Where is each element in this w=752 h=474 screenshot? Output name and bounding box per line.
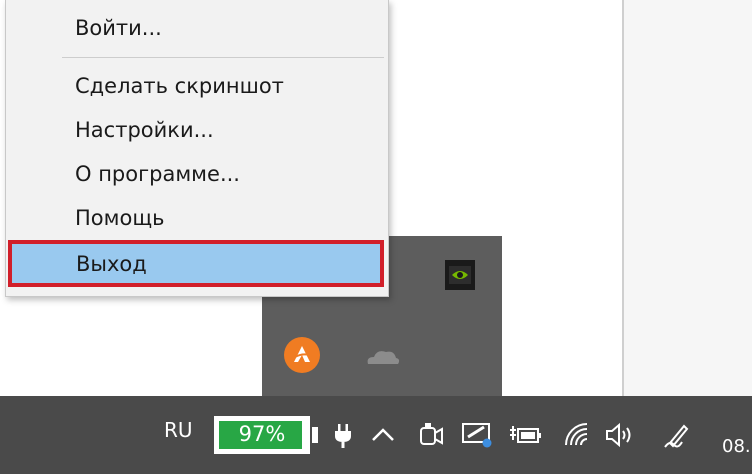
menu-item-take-screenshot[interactable]: Сделать скриншот [6,64,388,108]
menu-item-help[interactable]: Помощь [6,196,388,240]
avast-icon[interactable] [284,337,320,373]
nvidia-icon[interactable] [445,260,475,290]
taskbar: RU 97% 08. [0,396,752,474]
background-window-right [622,0,752,396]
wifi-icon[interactable] [562,420,592,450]
battery-meter[interactable]: 97% [214,416,310,454]
menu-item-label: О программе... [75,162,240,186]
speaker-icon[interactable] [604,420,634,450]
clock-text[interactable]: 08. [722,436,751,457]
battery-charging-icon[interactable] [508,420,542,450]
menu-item-label: Войти... [75,16,162,40]
power-plug-shape [335,424,351,448]
pen-icon[interactable] [662,420,692,450]
avast-logo [294,346,311,362]
cloud-icon[interactable] [362,344,402,368]
tray-context-menu: Войти... Сделать скриншот Настройки... О… [5,0,389,297]
chevron-up-shape [372,428,394,441]
battery-percent: 97% [238,422,286,446]
cloud-shape [367,351,400,364]
chevron-up-icon[interactable] [368,420,398,450]
menu-item-settings[interactable]: Настройки... [6,108,388,152]
menu-item-label: Сделать скриншот [75,74,284,98]
menu-item-label: Выход [76,252,147,276]
power-plug-icon[interactable] [328,420,358,450]
battery-charging-shape [510,426,541,443]
screen: Войти... Сделать скриншот Настройки... О… [0,0,752,474]
menu-item-login[interactable]: Войти... [6,6,388,50]
menu-separator [62,57,384,58]
menu-item-about[interactable]: О программе... [6,152,388,196]
language-indicator[interactable]: RU [164,418,193,442]
speaker-shape [606,422,631,448]
pen-shape [664,424,689,448]
display-icon[interactable] [460,420,492,450]
wifi-shape [565,423,588,446]
background-window [388,0,622,236]
menu-item-label: Настройки... [75,118,214,142]
battery-terminal [312,427,318,443]
camera-shape [420,423,443,445]
menu-item-exit[interactable]: Выход [8,240,384,287]
menu-item-label: Помощь [75,206,165,230]
nvidia-logo [449,266,471,284]
camera-icon[interactable] [416,420,446,450]
display-shape [462,423,492,448]
